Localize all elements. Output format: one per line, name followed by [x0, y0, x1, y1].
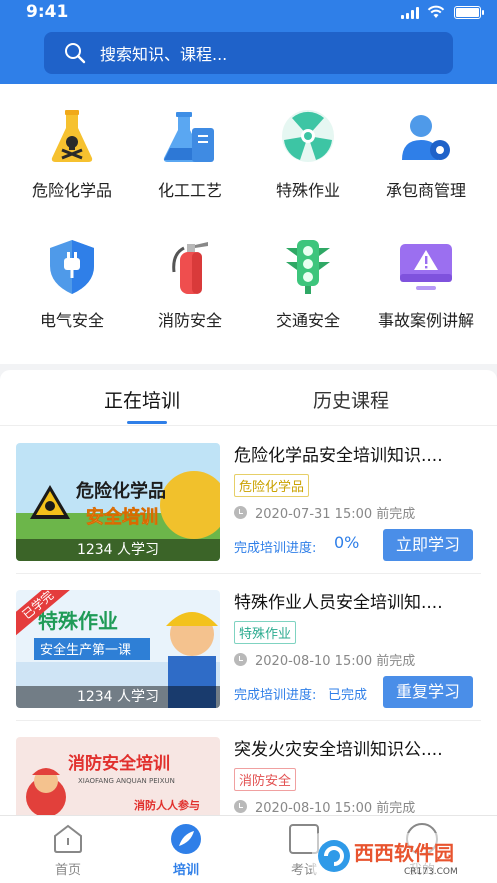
tab-history[interactable]: 历史课程	[313, 386, 389, 413]
traffic-light-icon	[286, 240, 330, 294]
watermark-logo: 西西软件园 CR173.COM	[312, 833, 488, 879]
search-icon	[65, 43, 86, 64]
course-tag: 消防安全	[234, 768, 297, 791]
signal-icon	[401, 7, 419, 19]
learner-count: 1234 人学习	[16, 686, 220, 708]
category-contractor[interactable]: 承包商管理	[364, 84, 488, 204]
clock-icon	[234, 800, 247, 813]
thumb-title: 消防安全培训	[68, 753, 170, 774]
course-thumbnail-art: 消防安全培训 XIAOFANG ANQUAN PEIXUN 消防人人参与	[16, 737, 220, 815]
user-gear-icon	[402, 115, 450, 160]
course-thumbnail: 消防安全培训 XIAOFANG ANQUAN PEIXUN 消防人人参与	[16, 737, 220, 815]
course-thumbnail: 特殊作业 安全生产第一课 已学完 1234 人学习	[16, 590, 220, 708]
course-card[interactable]: 危险化学品 安全培训 1234 人学习 危险化学品安全培训知识.... 危险化学…	[0, 427, 497, 573]
course-thumbnail: 危险化学品 安全培训 1234 人学习	[16, 443, 220, 561]
category-label: 特殊作业	[275, 181, 340, 200]
status-bar: 9:41	[0, 0, 497, 26]
category-accident-cases[interactable]: 事故案例讲解	[364, 214, 488, 334]
deadline: 2020-07-31 15:00 前完成	[234, 503, 415, 522]
course-card[interactable]: 消防安全培训 XIAOFANG ANQUAN PEIXUN 消防人人参与 突发火…	[0, 721, 497, 815]
course-title: 特殊作业人员安全培训知....	[234, 593, 443, 613]
thumb-title: 危险化学品	[75, 480, 166, 502]
course-card[interactable]: 特殊作业 安全生产第一课 已学完 1234 人学习 特殊作业人员安全培训知...…	[0, 574, 497, 720]
deadline: 2020-08-10 15:00 前完成	[234, 650, 415, 669]
thumb-subtitle: 安全生产第一课	[40, 642, 131, 658]
search-bar[interactable]: 搜索知识、课程...	[44, 32, 453, 74]
category-fire-safety[interactable]: 消防安全	[128, 214, 252, 334]
category-label: 危险化学品	[31, 181, 112, 200]
category-label: 电气安全	[39, 311, 104, 330]
header: 9:41 搜索知识、课程...	[0, 0, 497, 84]
thumb-title: 特殊作业	[38, 609, 118, 633]
clock-icon	[234, 506, 247, 519]
category-grid: 危险化学品 化工工艺 特殊作业 承包商管理 电气安全 消防安全 交通安全 事故案…	[0, 84, 497, 364]
category-traffic[interactable]: 交通安全	[246, 214, 370, 334]
course-tag: 危险化学品	[234, 474, 310, 497]
warning-monitor-icon	[400, 244, 452, 290]
deadline-text: 2020-07-31 15:00 前完成	[255, 507, 416, 522]
plug-shield-icon	[50, 240, 94, 294]
course-tabs: 正在培训 历史课程	[0, 370, 497, 426]
category-label: 事故案例讲解	[377, 311, 474, 330]
learner-count: 1234 人学习	[16, 539, 220, 561]
category-label: 消防安全	[157, 311, 222, 330]
watermark-sub: CR173.COM	[404, 867, 458, 877]
deadline: 2020-08-10 15:00 前完成	[234, 797, 415, 815]
progress-value: 0%	[334, 533, 360, 552]
progress-label: 完成培训进度:	[234, 541, 317, 556]
nav-home[interactable]: 首页	[6, 816, 130, 883]
battery-icon	[454, 6, 484, 19]
wifi-icon	[427, 5, 445, 18]
category-electrical[interactable]: 电气安全	[10, 214, 134, 334]
progress-label: 完成培训进度:	[234, 688, 317, 703]
nav-label: 首页	[54, 863, 81, 878]
start-learning-button[interactable]: 立即学习	[383, 529, 473, 561]
chemical-flask-icon	[51, 110, 93, 162]
beaker-icon	[163, 112, 214, 162]
deadline-text: 2020-08-10 15:00 前完成	[255, 801, 416, 815]
category-chemical-process[interactable]: 化工工艺	[128, 84, 252, 204]
course-list-panel: 正在培训 历史课程 危险化学品 安全培训 1234 人学习 危险化学品安全培训知…	[0, 370, 497, 815]
category-chemicals[interactable]: 危险化学品	[10, 84, 134, 204]
nav-label: 培训	[172, 863, 199, 878]
deadline-text: 2020-08-10 15:00 前完成	[255, 654, 416, 669]
home-icon	[54, 824, 82, 853]
clock-icon	[234, 653, 247, 666]
course-tag: 特殊作业	[234, 621, 297, 644]
category-special-work[interactable]: 特殊作业	[246, 84, 370, 204]
tab-indicator	[127, 421, 167, 424]
category-label: 交通安全	[275, 311, 340, 330]
course-title: 突发火灾安全培训知识公....	[234, 740, 443, 760]
watermark-text: 西西软件园	[354, 841, 454, 865]
category-label: 化工工艺	[157, 181, 222, 200]
tab-in-training[interactable]: 正在培训	[104, 386, 180, 413]
app-screen: 9:41 搜索知识、课程... 危险化学品 化工工艺 特殊作业 承包商管理 电气…	[0, 0, 497, 883]
progress-value: 已完成	[328, 688, 368, 703]
thumb-subtitle: XIAOFANG ANQUAN PEIXUN	[78, 777, 175, 785]
nav-training[interactable]: 培训	[124, 816, 248, 883]
course-title: 危险化学品安全培训知识....	[234, 446, 443, 466]
category-label: 承包商管理	[385, 181, 466, 200]
repeat-learning-button[interactable]: 重复学习	[383, 676, 473, 708]
thumb-slogan: 消防人人参与	[134, 798, 200, 812]
fire-extinguisher-icon	[172, 242, 208, 294]
status-time: 9:41	[26, 2, 69, 22]
search-placeholder: 搜索知识、课程...	[100, 45, 228, 64]
training-icon	[171, 824, 201, 854]
radiation-icon	[282, 110, 334, 162]
thumb-subtitle: 安全培训	[86, 506, 158, 528]
